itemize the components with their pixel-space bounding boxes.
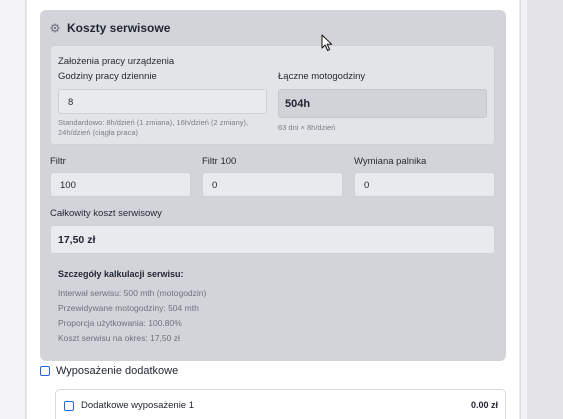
total-hours-field: 504h [278, 89, 487, 118]
total-service-cost-field: 17,50 zł [50, 225, 495, 254]
addon-item-row[interactable]: Dodatkowe wyposażenie 1 [64, 400, 194, 411]
mouse-cursor-icon [321, 34, 333, 51]
additional-equipment-title: Wyposażenie dodatkowe [56, 365, 179, 377]
addon-item-price: 0.00 zł [470, 400, 498, 410]
daily-hours-hint-1: Standardowo: 8h/dzień (1 zmiana), 16h/dz… [58, 118, 249, 127]
addon-item-label: Dodatkowe wyposażenie 1 [81, 400, 195, 411]
calculation-detail-line: Koszt serwisu na okres: 17,50 zł [58, 333, 180, 343]
filter-input[interactable]: 100 [50, 172, 191, 197]
calculation-detail-line: Przewidywane motogodziny: 504 mth [58, 303, 199, 313]
gear-icon [50, 23, 60, 33]
scrollbar-track[interactable] [527, 0, 563, 419]
burner-replacement-label: Wymiana palnika [354, 156, 427, 167]
total-service-cost-label: Całkowity koszt serwisowy [50, 208, 162, 219]
addon-item-checkbox[interactable] [64, 400, 74, 411]
daily-hours-label: Godziny pracy dziennie [58, 71, 157, 82]
additional-equipment-header[interactable]: Wyposażenie dodatkowe [40, 365, 178, 377]
calculation-detail-line: Interwał serwisu: 500 mth (motogodzin) [58, 288, 207, 298]
additional-equipment-checkbox[interactable] [40, 366, 50, 376]
total-hours-label: Łączne motogodziny [278, 71, 366, 82]
calculation-detail-line: Proporcja użytkowania: 100.80% [58, 318, 182, 328]
service-costs-header: Koszty serwisowe [50, 21, 170, 35]
burner-replacement-input[interactable]: 0 [354, 172, 495, 197]
assumptions-title: Założenia pracy urządzenia [58, 56, 175, 67]
daily-hours-hint-2: 24h/dzień (ciągła praca) [58, 128, 139, 137]
filter100-label: Filtr 100 [202, 156, 237, 167]
filter-label: Filtr [50, 156, 66, 167]
daily-hours-input[interactable]: 8 [58, 89, 267, 114]
calculation-details-title: Szczegóły kalkulacji serwisu: [58, 269, 184, 279]
section-title: Koszty serwisowe [67, 21, 171, 35]
total-hours-hint: 63 dni × 8h/dzień [278, 123, 336, 132]
left-gutter [0, 0, 26, 419]
filter100-input[interactable]: 0 [202, 172, 343, 197]
